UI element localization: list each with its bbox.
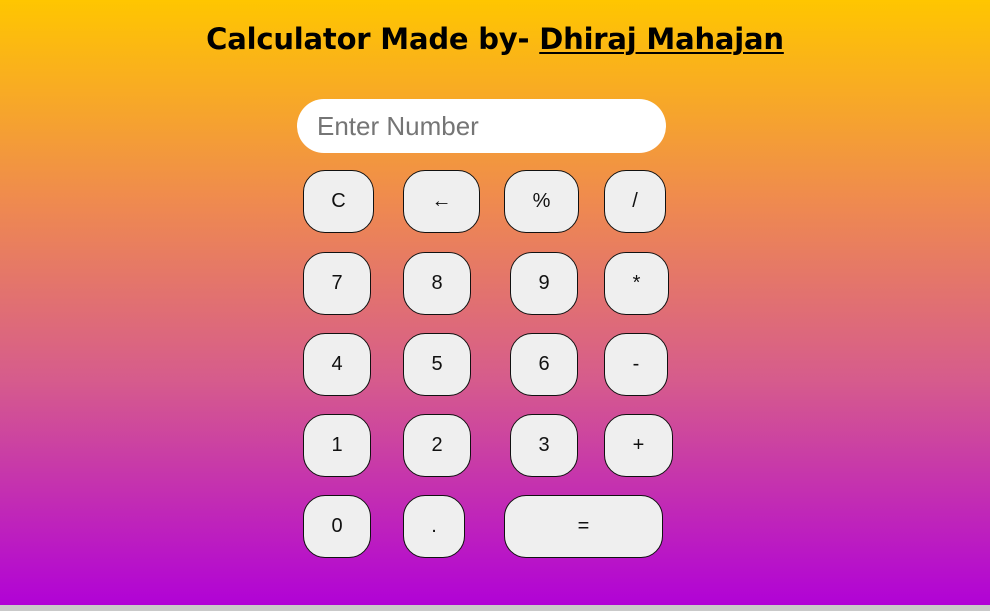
eight-button[interactable]: 8 — [403, 252, 471, 315]
multiply-button[interactable]: * — [604, 252, 669, 315]
three-button[interactable]: 3 — [510, 414, 578, 477]
one-button[interactable]: 1 — [303, 414, 371, 477]
equals-button[interactable]: = — [504, 495, 663, 558]
add-button[interactable]: + — [604, 414, 673, 477]
page-title: Calculator Made by- Dhiraj Mahajan — [0, 22, 990, 56]
nine-button[interactable]: 9 — [510, 252, 578, 315]
author-link[interactable]: Dhiraj Mahajan — [539, 22, 784, 56]
seven-button[interactable]: 7 — [303, 252, 371, 315]
clear-button[interactable]: C — [303, 170, 374, 233]
two-button[interactable]: 2 — [403, 414, 471, 477]
divide-button[interactable]: / — [604, 170, 666, 233]
title-prefix: Calculator Made by- — [206, 22, 540, 56]
six-button[interactable]: 6 — [510, 333, 578, 396]
five-button[interactable]: 5 — [403, 333, 471, 396]
number-input[interactable] — [297, 99, 666, 153]
four-button[interactable]: 4 — [303, 333, 371, 396]
window-bottom-edge — [0, 605, 990, 611]
subtract-button[interactable]: - — [604, 333, 668, 396]
decimal-button[interactable]: . — [403, 495, 465, 558]
percent-button[interactable]: % — [504, 170, 579, 233]
zero-button[interactable]: 0 — [303, 495, 371, 558]
backspace-button[interactable]: ← — [403, 170, 480, 233]
